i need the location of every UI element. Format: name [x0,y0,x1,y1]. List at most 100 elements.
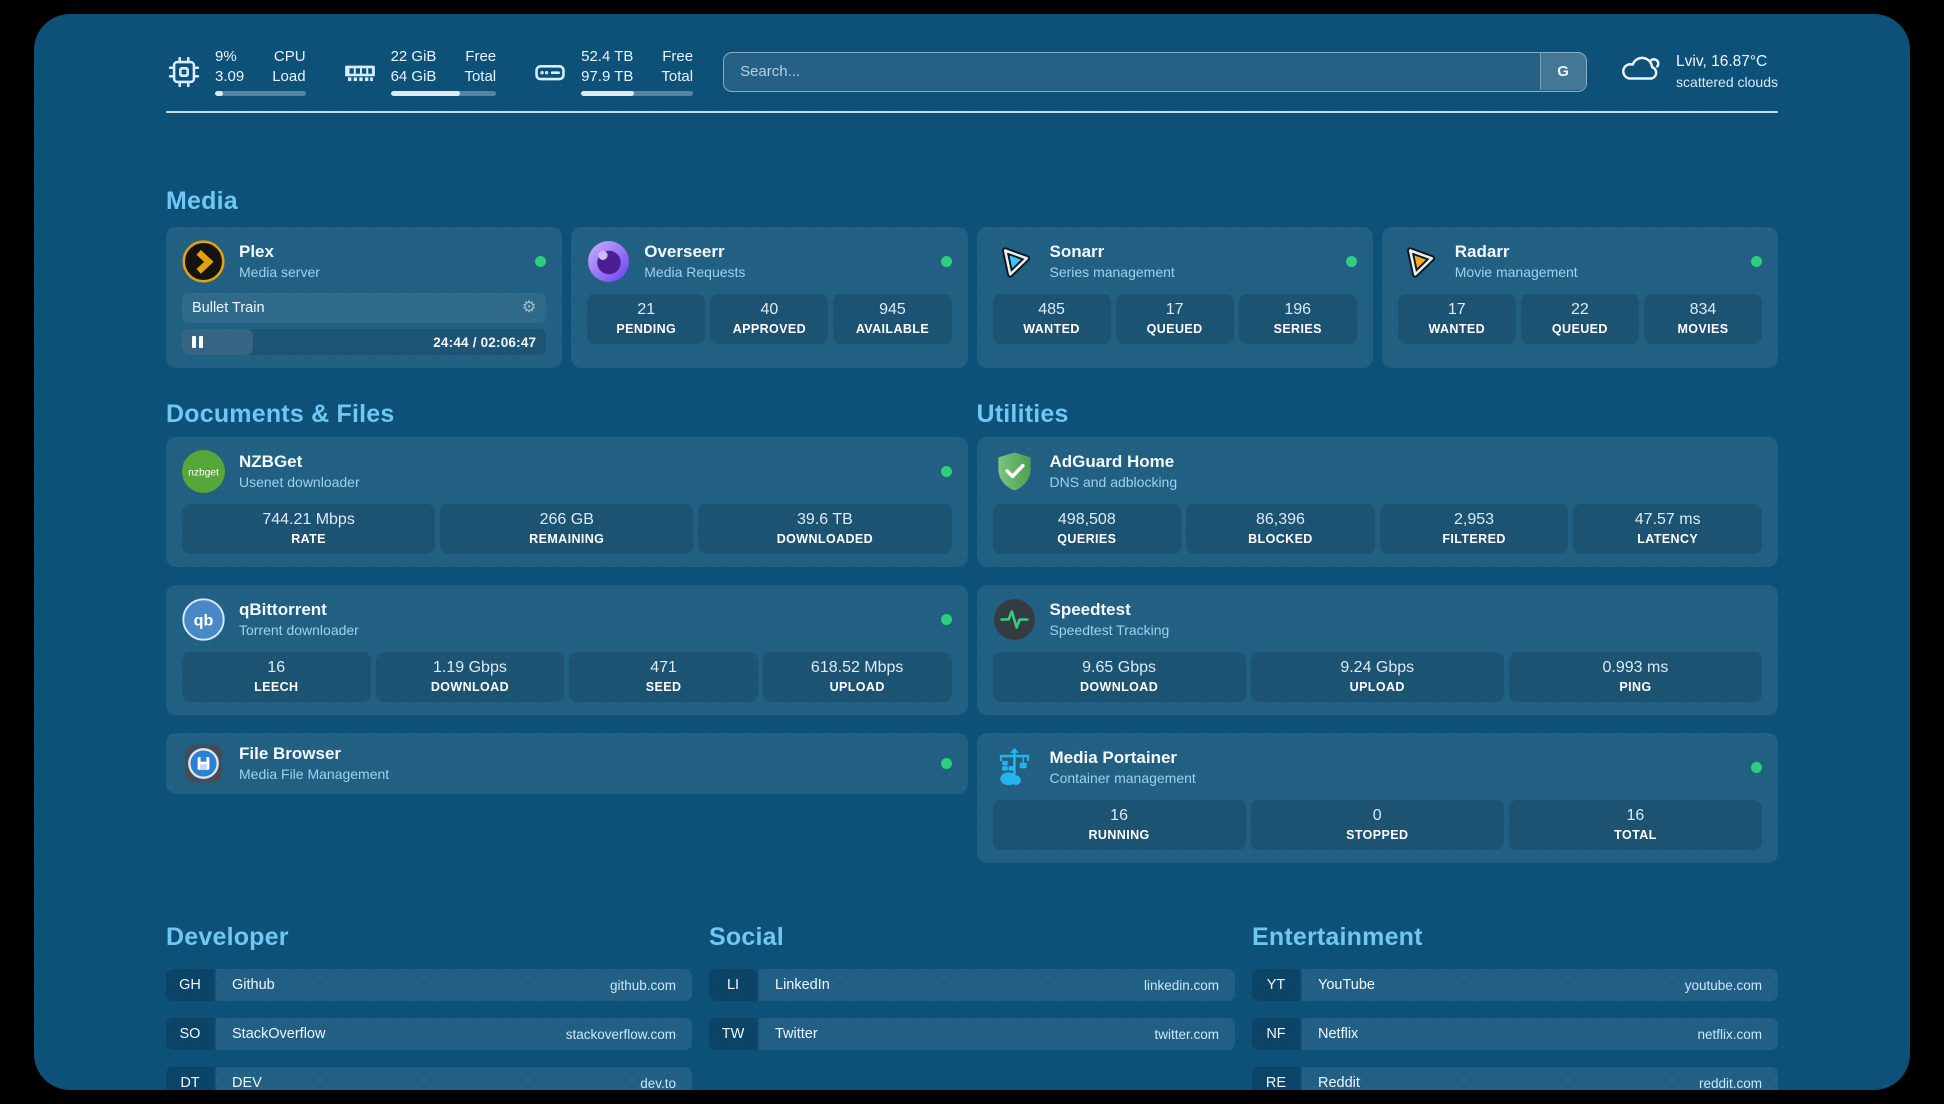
card-speedtest[interactable]: Speedtest Speedtest Tracking 9.65 Gbps D… [977,585,1779,715]
section-documents: Documents & Files nzbget [166,400,968,863]
nzbget-status-dot [941,466,952,477]
nzbget-stat-remaining: 266 GB REMAINING [440,504,693,554]
portainer-stat-stopped: 0 STOPPED [1251,800,1504,850]
sonarr-stat-queued: 17 QUEUED [1116,294,1234,344]
bookmark-stackoverflow[interactable]: SO StackOverflow stackoverflow.com [166,1018,692,1050]
bookmark-netflix[interactable]: NF Netflix netflix.com [1252,1018,1778,1050]
svg-text:qb: qb [194,611,214,629]
memory-free-value: 22 GiB [391,47,437,67]
speedtest-icon [993,598,1036,641]
nzbget-stat-rate: 744.21 Mbps RATE [182,504,435,554]
speedtest-stat-ping: 0.993 ms PING [1509,652,1762,702]
bookmark-reddit[interactable]: RE Reddit reddit.com [1252,1067,1778,1090]
cpu-usage-label: CPU [272,47,305,67]
card-sonarr[interactable]: Sonarr Series management 485 WANTED 17 Q… [977,227,1373,368]
weather-condition: scattered clouds [1676,73,1778,92]
bookmark-github[interactable]: GH Github github.com [166,969,692,1001]
dashboard: 9% CPU 3.09 Load [34,14,1910,1090]
portainer-icon [993,746,1036,789]
plex-now-playing-title: Bullet Train [192,300,265,316]
card-overseerr[interactable]: Overseerr Media Requests 21 PENDING 40 A… [571,227,967,368]
overseerr-stat-approved: 40 APPROVED [710,294,828,344]
bookmark-stackoverflow-url: stackoverflow.com [566,1027,676,1042]
disk-free-value: 52.4 TB [581,47,633,67]
bookmark-linkedin-name: LinkedIn [775,977,830,993]
adguard-stat-latency: 47.57 ms LATENCY [1573,504,1762,554]
disk-total-value: 97.9 TB [581,67,633,87]
adguard-subtitle: DNS and adblocking [1050,474,1178,492]
bookmark-stackoverflow-name: StackOverflow [232,1026,325,1042]
bookmark-netflix-name: Netflix [1318,1026,1358,1042]
weather-location: Lviv, 16.87°C [1676,52,1778,73]
bookmark-linkedin-abbr: LI [709,969,757,1001]
bookmark-youtube[interactable]: YT YouTube youtube.com [1252,969,1778,1001]
portainer-status-dot [1751,762,1762,773]
portainer-title: Media Portainer [1050,747,1196,768]
radarr-stat-wanted: 17 WANTED [1398,294,1516,344]
adguard-stat-blocked: 86,396 BLOCKED [1186,504,1375,554]
cpu-progress-fill [215,91,223,96]
bookmark-twitter[interactable]: TW Twitter twitter.com [709,1018,1235,1050]
disk-progress-bar [581,91,693,96]
memory-free-label: Free [464,47,496,67]
nzbget-subtitle: Usenet downloader [239,474,360,492]
bookmark-youtube-url: youtube.com [1685,978,1762,993]
cpu-widget: 9% CPU 3.09 Load [166,47,306,96]
qbittorrent-icon: qb [182,598,225,641]
adguard-icon [993,450,1036,493]
sonarr-stat-wanted: 485 WANTED [993,294,1111,344]
card-filebrowser[interactable]: File Browser Media File Management [166,733,968,794]
disk-total-label: Total [661,67,693,87]
overseerr-icon [587,240,630,283]
cpu-usage-value: 9% [215,47,244,67]
bookmark-reddit-name: Reddit [1318,1075,1360,1090]
overseerr-subtitle: Media Requests [644,264,745,282]
plex-player-bar: 24:44 / 02:06:47 [182,329,546,355]
qbittorrent-stat-leech: 16 LEECH [182,652,371,702]
speedtest-title: Speedtest [1050,599,1170,620]
bookmark-group-developer: Developer GH Github github.com SO StackO… [166,923,692,1090]
top-bar: 9% CPU 3.09 Load [166,47,1778,96]
search-input[interactable] [723,52,1587,92]
card-adguard[interactable]: AdGuard Home DNS and adblocking 498,508 … [977,437,1779,567]
speedtest-stat-download: 9.65 Gbps DOWNLOAD [993,652,1246,702]
overseerr-title: Overseerr [644,241,745,262]
bookmark-github-abbr: GH [166,969,214,1001]
cpu-load-label: Load [272,67,305,87]
card-qbittorrent[interactable]: qb qBittorrent Torrent downloader [166,585,968,715]
card-radarr[interactable]: Radarr Movie management 17 WANTED 22 QUE… [1382,227,1778,368]
adguard-stat-filtered: 2,953 FILTERED [1380,504,1569,554]
radarr-stat-queued: 22 QUEUED [1521,294,1639,344]
bookmark-group-entertainment: Entertainment YT YouTube youtube.com NF … [1252,923,1778,1090]
plex-title: Plex [239,241,320,262]
resource-widgets: 9% CPU 3.09 Load [166,47,693,96]
plex-icon [182,240,225,283]
gear-icon[interactable]: ⚙ [522,300,536,316]
nzbget-stat-downloaded: 39.6 TB DOWNLOADED [698,504,951,554]
speedtest-subtitle: Speedtest Tracking [1050,622,1170,640]
qbittorrent-title: qBittorrent [239,599,359,620]
cpu-load-value: 3.09 [215,67,244,87]
card-nzbget[interactable]: nzbget NZBGet Usenet downloader 74 [166,437,968,567]
memory-total-value: 64 GiB [391,67,437,87]
nzbget-icon: nzbget [182,450,225,493]
filebrowser-subtitle: Media File Management [239,766,389,784]
cloud-icon [1617,50,1663,93]
plex-now-playing-row: Bullet Train ⚙ [182,293,546,323]
bookmark-heading-social: Social [709,923,1235,952]
portainer-stat-total: 16 TOTAL [1509,800,1762,850]
speedtest-stat-upload: 9.24 Gbps UPLOAD [1251,652,1504,702]
disk-progress-fill [581,91,634,96]
card-portainer[interactable]: Media Portainer Container management 16 … [977,733,1779,863]
sonarr-title: Sonarr [1050,241,1175,262]
section-heading-documents: Documents & Files [166,400,968,429]
memory-total-label: Total [464,67,496,87]
pause-icon[interactable] [192,336,203,348]
bookmark-dev[interactable]: DT DEV dev.to [166,1067,692,1090]
card-plex[interactable]: Plex Media server Bullet Train ⚙ 24:44 /… [166,227,562,368]
topbar-divider [166,111,1778,113]
search-provider-button[interactable]: G [1540,53,1586,90]
sonarr-stat-series: 196 SERIES [1239,294,1357,344]
bookmark-linkedin[interactable]: LI LinkedIn linkedin.com [709,969,1235,1001]
nzbget-title: NZBGet [239,451,360,472]
